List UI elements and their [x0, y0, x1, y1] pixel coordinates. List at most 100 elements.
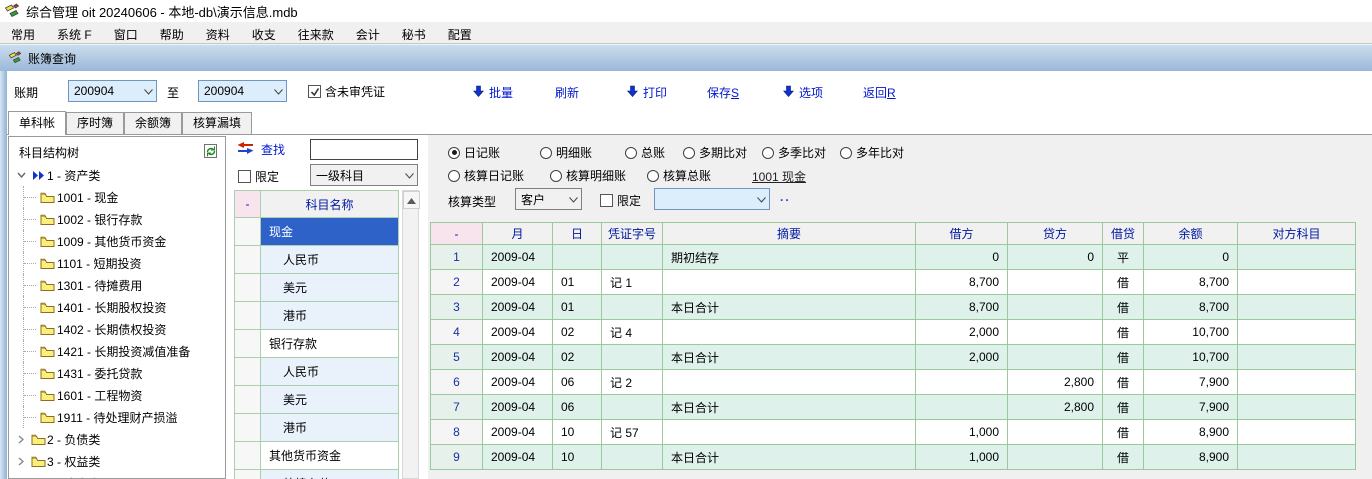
- grid-cell[interactable]: 0: [1008, 245, 1103, 270]
- grid-cell[interactable]: [602, 395, 663, 420]
- subject-row-number[interactable]: [235, 358, 261, 386]
- tree-item-11[interactable]: 1911 - 待处理财产损溢: [9, 406, 225, 428]
- grid-cell[interactable]: 2009-04: [483, 420, 553, 445]
- grid-row-0[interactable]: 12009-04期初结存00平0: [431, 245, 1356, 270]
- grid-cell[interactable]: [1238, 320, 1356, 345]
- grid-row-5[interactable]: 62009-0406记 22,800借7,900: [431, 370, 1356, 395]
- grid-cell[interactable]: 06: [553, 395, 602, 420]
- grid-cell[interactable]: 2009-04: [483, 395, 553, 420]
- tab-2[interactable]: 余额簿: [124, 112, 182, 134]
- grid-cell[interactable]: 记 4: [602, 320, 663, 345]
- tree-item-14[interactable]: 4 - 成本类: [9, 472, 225, 479]
- more-button[interactable]: ..: [780, 190, 791, 204]
- tree-item-10[interactable]: 1601 - 工程物资: [9, 384, 225, 406]
- grid-cell[interactable]: 1: [431, 245, 483, 270]
- grid-cell[interactable]: 10: [553, 420, 602, 445]
- subject-name-cell[interactable]: 美元: [261, 274, 399, 302]
- subject-limit-checkbox[interactable]: 限定: [238, 168, 279, 185]
- return-button[interactable]: 返回R: [863, 84, 896, 101]
- grid-cell[interactable]: [602, 245, 663, 270]
- grid-cell[interactable]: [1008, 345, 1103, 370]
- grid-row-3[interactable]: 42009-0402记 42,000借10,700: [431, 320, 1356, 345]
- radio-row1-1[interactable]: 明细账: [540, 144, 592, 161]
- grid-cell[interactable]: 本日合计: [663, 295, 916, 320]
- grid-row-2[interactable]: 32009-0401本日合计8,700借8,700: [431, 295, 1356, 320]
- grid-cell[interactable]: 10,700: [1144, 320, 1238, 345]
- level-filter-combo[interactable]: 一级科目: [310, 164, 418, 186]
- grid-cell[interactable]: [553, 245, 602, 270]
- print-button[interactable]: 打印: [627, 84, 667, 101]
- menu-item-8[interactable]: 秘书: [391, 22, 437, 43]
- menu-item-0[interactable]: 常用: [0, 22, 46, 43]
- grid-cell[interactable]: 0: [1144, 245, 1238, 270]
- subject-row-number[interactable]: [235, 386, 261, 414]
- grid-cell[interactable]: 1,000: [916, 445, 1008, 470]
- grid-cell[interactable]: 2,800: [1008, 370, 1103, 395]
- tree-item-2[interactable]: 1002 - 银行存款: [9, 208, 225, 230]
- grid-cell[interactable]: 本日合计: [663, 395, 916, 420]
- tree-item-7[interactable]: 1402 - 长期债权投资: [9, 318, 225, 340]
- limit-filter-combo[interactable]: [654, 188, 770, 210]
- tree-item-12[interactable]: 2 - 负债类: [9, 428, 225, 450]
- grid-cell[interactable]: 8,700: [916, 295, 1008, 320]
- grid-cell[interactable]: [1238, 270, 1356, 295]
- grid-cell[interactable]: 本日合计: [663, 445, 916, 470]
- subject-row-number[interactable]: [235, 246, 261, 274]
- tab-1[interactable]: 序时簿: [66, 112, 124, 134]
- subject-name-cell[interactable]: 现金: [261, 218, 399, 246]
- grid-cell[interactable]: [1008, 420, 1103, 445]
- tab-3[interactable]: 核算漏填: [182, 112, 252, 134]
- subject-name-cell[interactable]: 美元: [261, 386, 399, 414]
- grid-cell[interactable]: 0: [916, 245, 1008, 270]
- subject-list-scrollbar[interactable]: [402, 190, 419, 479]
- tree-item-1[interactable]: 1001 - 现金: [9, 186, 225, 208]
- grid-cell[interactable]: 借: [1103, 345, 1144, 370]
- grid-cell[interactable]: 借: [1103, 295, 1144, 320]
- radio-row1-0[interactable]: 日记账: [448, 144, 500, 161]
- subject-row-number[interactable]: [235, 274, 261, 302]
- menu-item-3[interactable]: 帮助: [149, 22, 195, 43]
- grid-cell[interactable]: 2,800: [1008, 395, 1103, 420]
- menu-item-2[interactable]: 窗口: [103, 22, 149, 43]
- menu-item-7[interactable]: 会计: [345, 22, 391, 43]
- options-button[interactable]: 选项: [783, 84, 823, 101]
- grid-row-4[interactable]: 52009-0402本日合计2,000借10,700: [431, 345, 1356, 370]
- grid-cell[interactable]: 02: [553, 345, 602, 370]
- grid-cell[interactable]: 3: [431, 295, 483, 320]
- grid-cell[interactable]: 借: [1103, 395, 1144, 420]
- include-unaudited-checkbox[interactable]: 含未审凭证: [308, 83, 385, 100]
- grid-cell[interactable]: 01: [553, 270, 602, 295]
- subject-name-cell[interactable]: 人民币: [261, 358, 399, 386]
- refresh-icon[interactable]: [203, 143, 219, 162]
- radio-row1-2[interactable]: 总账: [625, 144, 665, 161]
- report-limit-checkbox[interactable]: 限定: [600, 192, 641, 209]
- grid-cell[interactable]: 10,700: [1144, 345, 1238, 370]
- grid-cell[interactable]: 7,900: [1144, 395, 1238, 420]
- subject-row-number[interactable]: [235, 302, 261, 330]
- grid-cell[interactable]: 8,700: [1144, 295, 1238, 320]
- grid-cell[interactable]: 本日合计: [663, 345, 916, 370]
- subject-row-number[interactable]: [235, 414, 261, 442]
- grid-cell[interactable]: 1,000: [916, 420, 1008, 445]
- grid-row-8[interactable]: 92009-0410本日合计1,000借8,900: [431, 445, 1356, 470]
- grid-cell[interactable]: 9: [431, 445, 483, 470]
- grid-cell[interactable]: [1238, 245, 1356, 270]
- grid-cell[interactable]: [602, 345, 663, 370]
- grid-cell[interactable]: 8,900: [1144, 445, 1238, 470]
- grid-cell[interactable]: 平: [1103, 245, 1144, 270]
- grid-cell[interactable]: 借: [1103, 370, 1144, 395]
- grid-cell[interactable]: 借: [1103, 420, 1144, 445]
- subject-name-cell[interactable]: 港币: [261, 302, 399, 330]
- tab-0[interactable]: 单科帐: [8, 111, 66, 135]
- grid-cell[interactable]: 5: [431, 345, 483, 370]
- grid-cell[interactable]: [1008, 295, 1103, 320]
- radio-row2-2[interactable]: 核算总账: [647, 167, 711, 184]
- batch-button[interactable]: 批量: [473, 84, 513, 101]
- grid-cell[interactable]: 2009-04: [483, 370, 553, 395]
- menu-item-5[interactable]: 收支: [241, 22, 287, 43]
- grid-cell[interactable]: 4: [431, 320, 483, 345]
- grid-cell[interactable]: 8,900: [1144, 420, 1238, 445]
- grid-cell[interactable]: 2009-04: [483, 345, 553, 370]
- grid-row-1[interactable]: 22009-0401记 18,700借8,700: [431, 270, 1356, 295]
- subject-name-cell[interactable]: 银行存款: [261, 330, 399, 358]
